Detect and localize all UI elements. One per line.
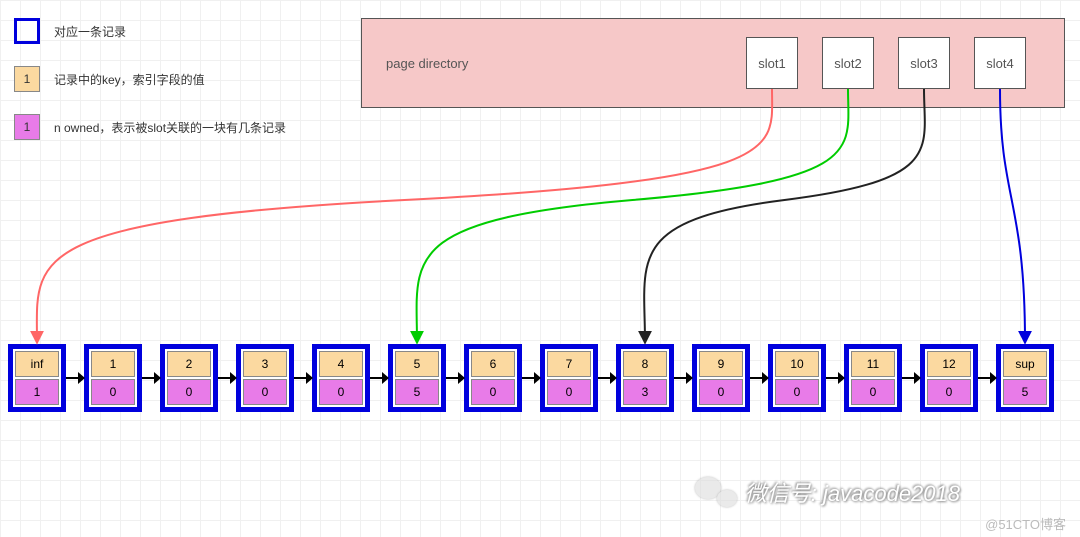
slot-2: slot2 [822, 37, 874, 89]
legend-key-swatch: 1 [14, 66, 40, 92]
record-key: 8 [623, 351, 667, 377]
cto-watermark: @51CTO博客 [985, 514, 1066, 533]
legend-owned-swatch: 1 [14, 114, 40, 140]
record-n-owned: 0 [167, 379, 211, 405]
record-8: 83 [616, 344, 674, 412]
record-key: 6 [471, 351, 515, 377]
record-10: 100 [768, 344, 826, 412]
record-key: 3 [243, 351, 287, 377]
legend-key-label: 记录中的key，索引字段的值 [54, 71, 205, 88]
record-n-owned: 3 [623, 379, 667, 405]
page-directory: page directory slot1 slot2 slot3 slot4 [361, 18, 1065, 108]
record-key: 10 [775, 351, 819, 377]
next-arrow-icon [370, 373, 388, 383]
next-arrow-icon [978, 373, 996, 383]
legend: 对应一条记录 1 记录中的key，索引字段的值 1 n owned，表示被slo… [14, 18, 286, 162]
next-arrow-icon [142, 373, 160, 383]
wechat-watermark: 微信号: javacode2018 [695, 475, 960, 509]
legend-owned-label: n owned，表示被slot关联的一块有几条记录 [54, 119, 286, 136]
next-arrow-icon [750, 373, 768, 383]
next-arrow-icon [522, 373, 540, 383]
record-n-owned: 0 [851, 379, 895, 405]
record-9: 90 [692, 344, 750, 412]
record-key: 2 [167, 351, 211, 377]
record-1: 10 [84, 344, 142, 412]
record-n-owned: 0 [775, 379, 819, 405]
record-key: 12 [927, 351, 971, 377]
record-3: 30 [236, 344, 294, 412]
record-n-owned: 1 [15, 379, 59, 405]
next-arrow-icon [598, 373, 616, 383]
next-arrow-icon [218, 373, 236, 383]
slot-3: slot3 [898, 37, 950, 89]
record-key: sup [1003, 351, 1047, 377]
slot-4: slot4 [974, 37, 1026, 89]
record-key: 9 [699, 351, 743, 377]
record-inf: inf1 [8, 344, 66, 412]
record-n-owned: 5 [1003, 379, 1047, 405]
next-arrow-icon [826, 373, 844, 383]
record-7: 70 [540, 344, 598, 412]
record-12: 120 [920, 344, 978, 412]
records-row: inf1102030405560708390100110120sup5 [8, 344, 1054, 412]
next-arrow-icon [66, 373, 84, 383]
record-key: inf [15, 351, 59, 377]
record-5: 55 [388, 344, 446, 412]
record-n-owned: 0 [319, 379, 363, 405]
wechat-text: 微信号: javacode2018 [745, 476, 960, 508]
record-n-owned: 0 [547, 379, 591, 405]
record-key: 1 [91, 351, 135, 377]
legend-record-row: 对应一条记录 [14, 18, 286, 44]
record-6: 60 [464, 344, 522, 412]
record-n-owned: 0 [91, 379, 135, 405]
slot-link-4 [1000, 89, 1025, 342]
record-2: 20 [160, 344, 218, 412]
slot-container: slot1 slot2 slot3 slot4 [746, 37, 1026, 89]
record-11: 110 [844, 344, 902, 412]
legend-owned-row: 1 n owned，表示被slot关联的一块有几条记录 [14, 114, 286, 140]
record-4: 40 [312, 344, 370, 412]
record-n-owned: 0 [471, 379, 515, 405]
slot-link-3 [644, 89, 925, 342]
record-key: 5 [395, 351, 439, 377]
record-n-owned: 5 [395, 379, 439, 405]
next-arrow-icon [294, 373, 312, 383]
next-arrow-icon [674, 373, 692, 383]
next-arrow-icon [446, 373, 464, 383]
record-sup: sup5 [996, 344, 1054, 412]
record-key: 4 [319, 351, 363, 377]
next-arrow-icon [902, 373, 920, 383]
record-key: 7 [547, 351, 591, 377]
page-directory-label: page directory [386, 56, 468, 71]
slot-link-2 [417, 89, 849, 342]
legend-record-label: 对应一条记录 [54, 23, 126, 40]
wechat-icon [695, 475, 737, 509]
record-key: 11 [851, 351, 895, 377]
record-n-owned: 0 [699, 379, 743, 405]
legend-record-swatch [14, 18, 40, 44]
slot-1: slot1 [746, 37, 798, 89]
legend-key-row: 1 记录中的key，索引字段的值 [14, 66, 286, 92]
record-n-owned: 0 [243, 379, 287, 405]
record-n-owned: 0 [927, 379, 971, 405]
